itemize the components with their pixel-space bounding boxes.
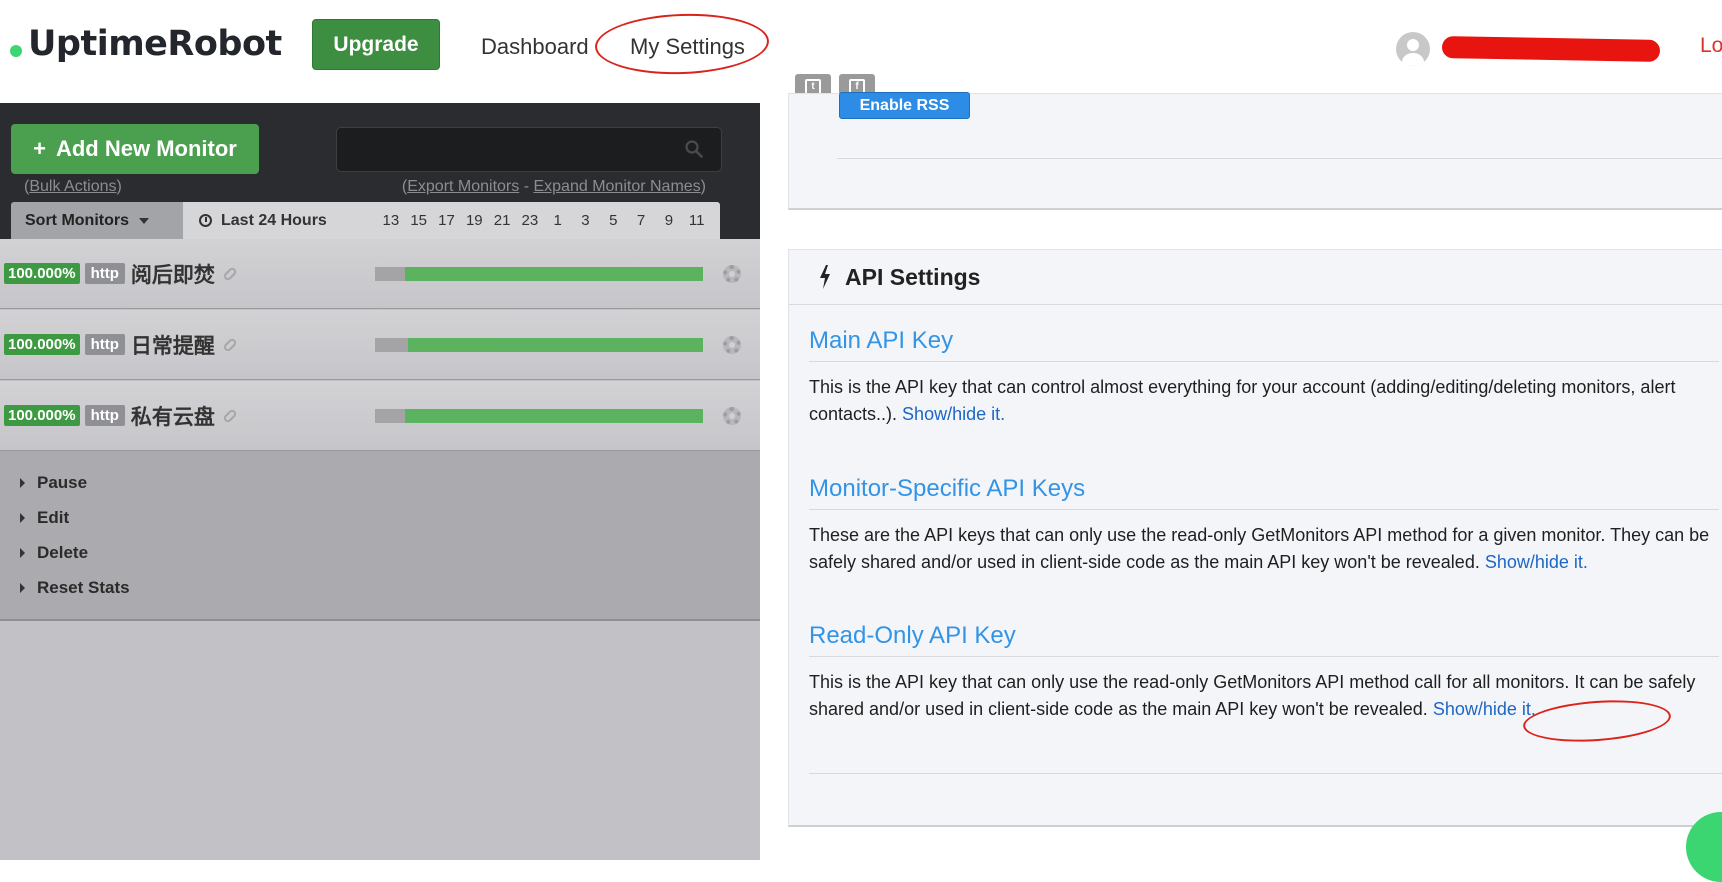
bulk-actions-link[interactable]: Bulk Actions	[29, 178, 116, 195]
add-new-monitor-label: Add New Monitor	[55, 136, 237, 161]
action-delete[interactable]: Delete	[20, 543, 88, 563]
uptime-bar	[375, 337, 703, 352]
gear-icon[interactable]	[723, 335, 741, 354]
uptime-badge: 100.000%	[4, 263, 80, 284]
gear-icon[interactable]	[723, 406, 741, 425]
show-hide-link[interactable]: Show/hide it.	[1433, 699, 1536, 719]
caret-right-icon	[20, 478, 25, 488]
action-label: Reset Stats	[37, 578, 130, 597]
caret-down-icon	[139, 217, 149, 224]
section-title: Main API Key	[809, 327, 1719, 362]
monitor-row[interactable]: 100.000% http 日常提醒	[0, 310, 760, 380]
hour-tick: 5	[609, 212, 618, 229]
uptime-bar	[375, 408, 703, 423]
link-icon[interactable]	[222, 265, 238, 282]
logo[interactable]: UptimeRobot	[10, 24, 282, 64]
type-badge: http	[84, 334, 125, 355]
hour-ticks: 13 15 17 19 21 23 1 3 5 7 9 11	[377, 212, 711, 229]
action-label: Delete	[37, 543, 89, 562]
redacted-username	[1441, 36, 1661, 62]
rss-card: Enable RSS	[788, 92, 1722, 210]
export-monitors-link[interactable]: Export Monitors	[407, 178, 519, 195]
section-title: Read-Only API Key	[809, 622, 1719, 657]
top-navbar: UptimeRobot Upgrade Dashboard My Setting…	[0, 0, 1722, 103]
time-range-label[interactable]: Last 24 Hours	[221, 212, 371, 230]
logout-link[interactable]: Lo	[1700, 34, 1722, 58]
clock-icon	[199, 214, 212, 227]
uptime-bar-gray	[375, 408, 405, 423]
sort-monitors-label: Sort Monitors	[25, 211, 129, 229]
link-icon[interactable]	[222, 407, 238, 424]
monitor-actions-panel: Pause Edit Delete Reset Stats	[0, 451, 760, 621]
monitor-list-header: + Add New Monitor (Bulk Actions) (Export…	[0, 103, 760, 239]
logo-text: UptimeRobot	[28, 24, 282, 64]
section-title: Monitor-Specific API Keys	[809, 475, 1719, 510]
hour-tick: 19	[465, 212, 483, 229]
hour-tick: 23	[521, 212, 539, 229]
expand-monitor-names-link[interactable]: Expand Monitor Names	[533, 178, 700, 195]
monitor-row[interactable]: 100.000% http 私有云盘	[0, 381, 760, 451]
logo-dot-icon	[10, 45, 22, 57]
api-settings-header: API Settings	[789, 250, 1722, 305]
action-edit[interactable]: Edit	[20, 508, 69, 528]
hour-tick: 3	[581, 212, 590, 229]
action-label: Edit	[37, 508, 70, 527]
hour-tick: 15	[410, 212, 428, 229]
api-section-monitor-specific: Monitor-Specific API Keys These are the …	[809, 475, 1719, 576]
hour-tick: 7	[636, 212, 646, 229]
show-hide-link[interactable]: Show/hide it.	[1485, 552, 1588, 572]
settings-content: Enable RSS API Settings Main API Key Thi…	[760, 92, 1722, 860]
monitor-name[interactable]: 私有云盘	[131, 401, 215, 431]
uptime-badge: 100.000%	[4, 405, 80, 426]
monitor-row[interactable]: 100.000% http 阅后即焚	[0, 239, 760, 309]
type-badge: http	[84, 263, 125, 284]
upgrade-button[interactable]: Upgrade	[312, 19, 440, 70]
time-range-bar: Last 24 Hours 13 15 17 19 21 23 1 3 5 7 …	[183, 202, 720, 239]
hour-tick: 9	[664, 212, 674, 229]
search-icon[interactable]	[685, 140, 703, 158]
user-avatar-icon[interactable]	[1396, 32, 1430, 66]
link-icon[interactable]	[222, 336, 238, 353]
paren-close: )	[116, 178, 122, 195]
hour-tick: 13	[382, 212, 400, 229]
action-pause[interactable]: Pause	[20, 473, 87, 493]
divider	[809, 773, 1722, 774]
monitor-list-panel: + Add New Monitor (Bulk Actions) (Export…	[0, 103, 760, 860]
caret-right-icon	[20, 548, 25, 558]
export-links-wrapper: (Export Monitors - Expand Monitor Names)	[401, 178, 706, 195]
sort-monitors-dropdown[interactable]: Sort Monitors	[11, 202, 183, 239]
uptime-bar	[375, 266, 703, 281]
monitor-name[interactable]: 日常提醒	[131, 330, 215, 360]
monitor-search-input[interactable]	[337, 128, 677, 171]
gear-icon[interactable]	[723, 264, 741, 283]
hour-tick: 17	[438, 212, 455, 229]
plus-icon: +	[33, 136, 46, 161]
bulk-actions-wrapper: (Bulk Actions)	[24, 178, 122, 196]
annotation-circle-settings	[594, 10, 770, 78]
section-text: This is the API key that can control alm…	[809, 374, 1719, 428]
add-new-monitor-button[interactable]: + Add New Monitor	[11, 124, 259, 174]
action-label: Pause	[37, 473, 88, 492]
show-hide-link[interactable]: Show/hide it.	[902, 404, 1005, 424]
uptime-bar-gray	[375, 266, 405, 281]
lightning-icon	[820, 265, 830, 289]
divider	[837, 158, 1722, 159]
hour-tick: 11	[688, 212, 705, 229]
api-section-main: Main API Key This is the API key that ca…	[809, 327, 1719, 428]
hour-tick: 1	[553, 212, 562, 229]
hour-tick: 21	[493, 212, 511, 229]
action-reset-stats[interactable]: Reset Stats	[20, 578, 130, 598]
caret-right-icon	[20, 513, 25, 523]
enable-rss-button[interactable]: Enable RSS	[839, 92, 970, 119]
type-badge: http	[84, 405, 125, 426]
uptime-bar-gray	[375, 337, 408, 352]
api-settings-title: API Settings	[845, 263, 981, 290]
uptime-badge: 100.000%	[4, 334, 80, 355]
monitor-search-box	[336, 127, 722, 172]
section-text: These are the API keys that can only use…	[809, 522, 1719, 576]
monitor-name[interactable]: 阅后即焚	[131, 259, 215, 289]
nav-dashboard-link[interactable]: Dashboard	[481, 34, 589, 60]
caret-right-icon	[20, 583, 25, 593]
